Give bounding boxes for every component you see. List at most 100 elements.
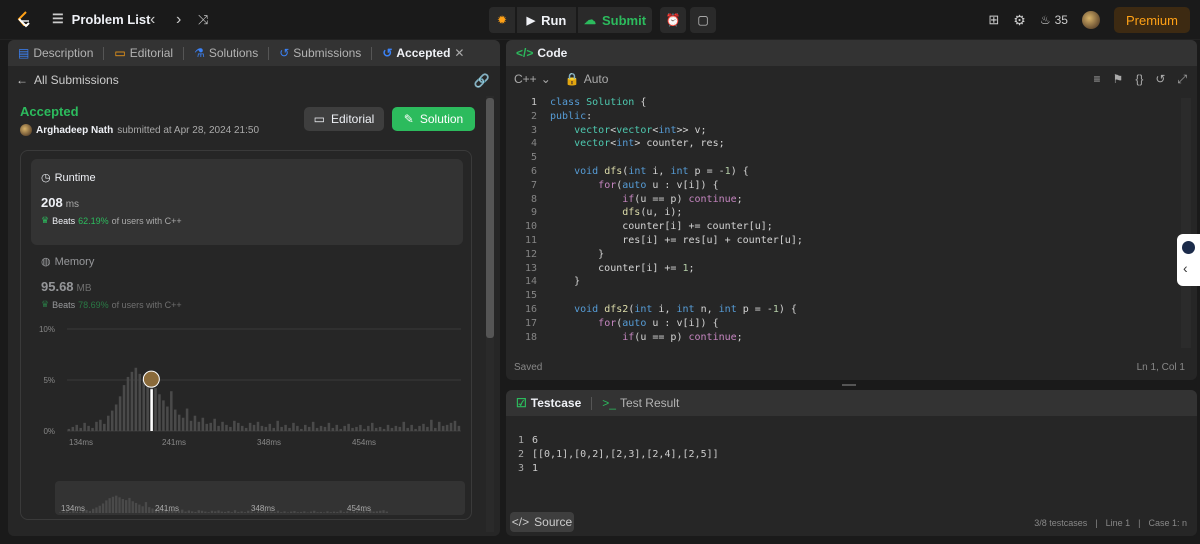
mini-chart-bar [95,507,98,513]
code-line[interactable]: 5 [506,151,1186,165]
code-line[interactable]: 1 class Solution { [506,96,1186,110]
code-line[interactable]: 15 [506,289,1186,303]
mini-chart-bar [382,510,385,513]
code-line[interactable]: 8 if(u == p) continue; [506,193,1186,207]
solution-button[interactable]: ✎ Solution [392,107,475,131]
mini-chart-bar [217,510,220,513]
code-line[interactable]: 2 public: [506,110,1186,124]
tab-test-result[interactable]: >_ Test Result [602,396,679,410]
terminal-icon: >_ [602,396,616,410]
tab-code[interactable]: </> Code [516,46,567,60]
runtime-card[interactable]: ◷ Runtime 208 ms ♛ Beats 62.19% of users … [31,159,463,245]
bookmark-icon[interactable]: ⚑ [1113,72,1124,87]
problem-list-link[interactable]: ☰ Problem List [52,11,150,27]
debug-button[interactable]: ✹ [489,7,515,33]
submission-panel: ▤ Description ▭ Editorial ⚗ Solutions ↺ … [8,40,500,536]
chart-bar [437,421,441,431]
close-icon[interactable]: ✕ [454,46,464,60]
mini-chart-bar [204,511,207,513]
code-text: void dfs(int i, int p = -1) { [574,165,749,177]
tab-submissions-label: Submissions [293,46,362,60]
next-problem-chevron-icon[interactable]: › [176,11,181,29]
mini-chart-bar [197,510,200,513]
code-line[interactable]: 4 vector<int> counter, res; [506,137,1186,151]
code-line[interactable]: 7 for(auto u : v[i]) { [506,179,1186,193]
cloud-upload-icon: ☁ [583,13,596,27]
editorial-button[interactable]: ▭ Editorial [304,107,384,131]
premium-button[interactable]: Premium [1113,7,1190,33]
mini-chart-bar [230,512,233,513]
chart-bar [71,426,75,431]
alarm-clock-icon: ⏰ [665,13,681,27]
language-value: C++ [514,72,537,86]
chart-bar [331,427,335,431]
mini-chart-bar [92,508,95,513]
runtime-distribution-chart[interactable]: 10% 5% 0% 134ms 241ms 348ms 454ms [29,321,469,461]
scrollbar-thumb[interactable] [486,98,494,338]
code-text: public: [550,110,593,122]
tab-accepted[interactable]: ↺ Accepted ✕ [382,46,464,60]
side-helper-widget[interactable]: ‹ [1177,234,1200,286]
tab-editorial[interactable]: ▭ Editorial [114,46,173,60]
tab-solutions[interactable]: ⚗ Solutions [194,46,258,60]
tab-description[interactable]: ▤ Description [18,46,93,60]
prev-problem-chevron-icon[interactable]: ‹ [150,11,155,29]
code-line[interactable]: 3 vector<vector<int>> v; [506,124,1186,138]
trophy-icon: ♛ [41,215,50,225]
braces-icon[interactable]: {} [1135,72,1143,87]
language-select[interactable]: C++ ⌄ [514,72,551,86]
leetcode-logo-icon[interactable] [14,10,34,30]
code-line[interactable]: 18 if(u == p) continue; [506,331,1186,345]
mini-chart-bar [224,511,227,513]
format-icon[interactable]: ≡ [1094,72,1101,87]
chart-bar [166,406,169,431]
code-line[interactable]: 17 for(auto u : v[i]) { [506,317,1186,331]
top-navbar: ☰ Problem List ‹ › ⤨ ✹ ▶ Run ☁ Submit ⏰ … [0,0,1200,40]
mini-chart-bar [296,512,299,513]
streak-counter[interactable]: ♨ 35 [1040,13,1068,27]
all-submissions-link[interactable]: ← All Submissions [16,73,119,87]
code-line[interactable]: 10 counter[i] += counter[u]; [506,220,1186,234]
source-toggle-button[interactable]: </> Source [510,512,574,532]
gear-icon[interactable]: ⚙ [1013,12,1026,29]
submit-button[interactable]: ☁ Submit [578,7,652,33]
timer-button[interactable]: ⏰ [660,7,686,33]
line-number: 15 [524,290,537,302]
bug-icon: ✹ [496,13,508,27]
avatar[interactable] [1081,11,1100,29]
editor-scrollbar[interactable] [1181,98,1191,348]
testcase-input[interactable]: 16 2 [[0,1],[0,2],[2,3],[2,4],[2,5]] 31 [518,434,719,476]
layout-grid-icon[interactable]: ⊞ [988,12,999,28]
reset-icon[interactable]: ↺ [1155,72,1165,87]
editor-tools: ≡ ⚑ {} ↺ ⤢ [1094,72,1187,87]
autocomplete-mode[interactable]: 🔒 Auto [565,72,609,86]
notes-button[interactable]: ▢ [690,7,716,33]
chart-bar [201,417,205,431]
line-number: 5 [530,152,537,164]
runtime-label-text: Runtime [54,171,96,184]
tab-divider [103,46,105,60]
tab-testcase[interactable]: ☑ Testcase [516,396,581,410]
code-line[interactable]: 11 res[i] += res[u] + counter[u]; [506,234,1186,248]
chart-bar [177,414,181,431]
chart-bar [87,425,90,431]
run-button[interactable]: ▶ Run [517,7,576,33]
code-line[interactable]: 6 void dfs(int i, int p = -1) { [506,165,1186,179]
tab-submissions[interactable]: ↺ Submissions [279,46,361,60]
tab-divider [371,46,373,60]
code-line[interactable]: 9 dfs(u, i); [506,206,1186,220]
code-line[interactable]: 16 void dfs2(int i, int n, int p = -1) { [506,303,1186,317]
expand-icon[interactable]: ⤢ [1177,72,1187,87]
panel-resize-handle[interactable] [842,384,856,386]
mini-chart-bar [227,511,230,513]
memory-card[interactable]: ◍ Memory 95.68 MB ♛ Beats 78.69% of users… [41,253,461,313]
code-editor[interactable]: 1 class Solution {2 public: 3 vector<vector… [506,96,1186,346]
line-number: 2 [530,110,537,122]
code-line[interactable]: 12 } [506,248,1186,262]
runtime-range-slider[interactable]: 134ms 241ms 348ms 454ms [55,481,465,515]
shuffle-icon[interactable]: ⤨ [198,12,208,28]
code-line[interactable]: 14 } [506,275,1186,289]
author-name[interactable]: Arghadeep Nath [36,125,113,136]
code-line[interactable]: 13 counter[i] += 1; [506,262,1186,276]
share-link-icon[interactable]: 🔗 [474,73,490,89]
